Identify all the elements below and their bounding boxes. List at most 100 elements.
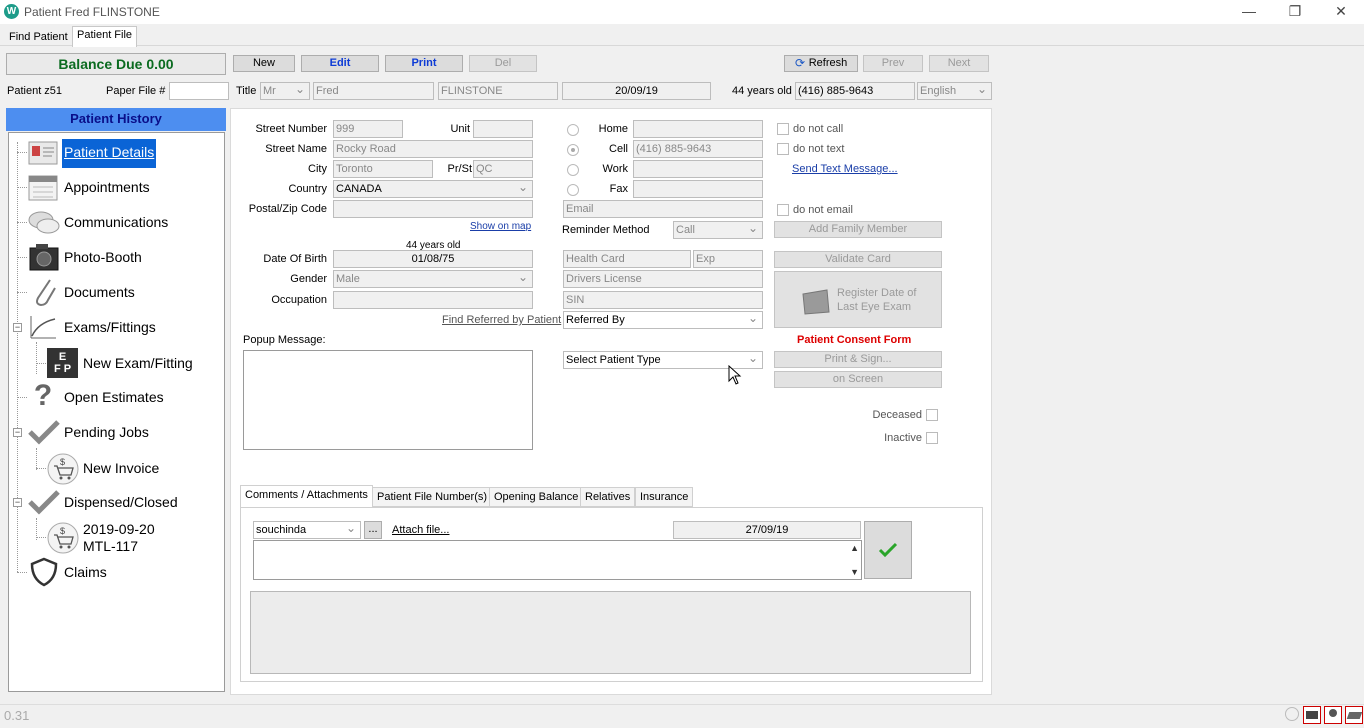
phone-field[interactable]: (416) 885-9643 <box>795 82 915 100</box>
sidebar-item-documents[interactable]: Documents <box>64 284 135 300</box>
first-name-field[interactable]: Fred <box>313 82 434 100</box>
popup-message-textarea[interactable] <box>243 350 533 450</box>
home-radio[interactable] <box>567 124 579 136</box>
sidebar-item-invoice-number[interactable]: MTL-117 <box>83 538 138 554</box>
last-name-field[interactable]: FLINSTONE <box>438 82 558 100</box>
print-button[interactable]: Print <box>385 55 463 72</box>
tab-find-patient[interactable]: Find Patient <box>4 28 73 46</box>
tray-monitor-icon[interactable] <box>1303 706 1321 724</box>
reminder-method-select[interactable]: Call <box>673 221 763 239</box>
sidebar-item-new-invoice[interactable]: New Invoice <box>83 460 159 476</box>
deceased-checkbox[interactable] <box>926 409 938 421</box>
email-field[interactable]: Email <box>563 200 763 218</box>
refresh-button[interactable]: ⟳ Refresh <box>784 55 858 72</box>
sidebar-item-photo-booth[interactable]: Photo-Booth <box>64 249 142 265</box>
cell-radio[interactable] <box>567 144 579 156</box>
tray-book-icon[interactable] <box>1345 706 1363 724</box>
fax-radio[interactable] <box>567 184 579 196</box>
sidebar-item-appointments[interactable]: Appointments <box>64 179 150 195</box>
reminder-method-label: Reminder Method <box>562 224 650 236</box>
calendar-icon <box>28 175 58 201</box>
pending-expander[interactable]: − <box>13 428 22 437</box>
tab-patient-file[interactable]: Patient File <box>72 26 138 47</box>
cell-phone-field[interactable]: (416) 885-9643 <box>633 140 763 158</box>
sidebar-item-claims[interactable]: Claims <box>64 564 107 580</box>
drivers-license-field[interactable]: Drivers License <box>563 270 763 288</box>
do-not-call-checkbox[interactable] <box>777 123 789 135</box>
file-date-field[interactable]: 20/09/19 <box>562 82 711 100</box>
new-button[interactable]: New <box>233 55 295 72</box>
language-select[interactable]: English <box>917 82 992 100</box>
minimize-button[interactable]: — <box>1226 0 1272 24</box>
add-family-member-button[interactable]: Add Family Member <box>774 221 942 238</box>
home-phone-field[interactable] <box>633 120 763 138</box>
occupation-field[interactable] <box>333 291 533 309</box>
sidebar-item-exams-fittings[interactable]: Exams/Fittings <box>64 319 156 335</box>
send-text-message-link[interactable]: Send Text Message... <box>792 163 898 175</box>
street-number-field[interactable]: 999 <box>333 120 403 138</box>
scroll-up-icon[interactable]: ▲ <box>850 543 859 553</box>
tab-insurance[interactable]: Insurance <box>635 487 694 507</box>
city-field[interactable]: Toronto <box>333 160 433 178</box>
do-not-text-checkbox[interactable] <box>777 143 789 155</box>
sidebar-item-invoice-date[interactable]: 2019-09-20 <box>83 521 155 537</box>
tray-person-icon[interactable] <box>1324 706 1342 724</box>
prst-field[interactable]: QC <box>473 160 533 178</box>
comment-user-select[interactable]: souchinda <box>253 521 361 539</box>
street-name-field[interactable]: Rocky Road <box>333 140 533 158</box>
attach-file-link[interactable]: Attach file... <box>392 524 449 536</box>
fax-field[interactable] <box>633 180 763 198</box>
print-sign-button[interactable]: Print & Sign... <box>774 351 942 368</box>
home-label: Home <box>598 123 628 135</box>
tab-comments-attachments[interactable]: Comments / Attachments <box>240 485 373 507</box>
tab-opening-balance[interactable]: Opening Balance <box>489 487 584 507</box>
user-lookup-button[interactable]: ... <box>364 521 382 539</box>
attachments-area[interactable] <box>250 591 971 674</box>
exams-expander[interactable]: − <box>13 323 22 332</box>
referred-by-select[interactable]: Referred By <box>563 311 763 329</box>
comment-textarea[interactable]: ▲ ▼ <box>253 540 862 580</box>
next-button[interactable]: Next <box>929 55 989 72</box>
balance-due: Balance Due 0.00 <box>6 53 226 75</box>
validate-card-button[interactable]: Validate Card <box>774 251 942 268</box>
health-card-field[interactable]: Health Card <box>563 250 691 268</box>
sidebar-item-pending-jobs[interactable]: Pending Jobs <box>64 424 149 440</box>
do-not-email-checkbox[interactable] <box>777 204 789 216</box>
inactive-checkbox[interactable] <box>926 432 938 444</box>
on-screen-button[interactable]: on Screen <box>774 371 942 388</box>
prev-button[interactable]: Prev <box>863 55 923 72</box>
sidebar-item-patient-details[interactable]: Patient Details <box>62 139 157 168</box>
work-radio[interactable] <box>567 164 579 176</box>
sidebar-item-dispensed-closed[interactable]: Dispensed/Closed <box>64 494 178 510</box>
delete-button[interactable]: Del <box>469 55 537 72</box>
health-card-exp-field[interactable]: Exp <box>693 250 763 268</box>
app-logo-icon: W <box>4 4 19 19</box>
maximize-button[interactable]: ❐ <box>1272 0 1318 24</box>
show-on-map-link[interactable]: Show on map <box>470 221 531 232</box>
dob-field[interactable]: 01/08/75 <box>333 250 533 268</box>
tab-relatives[interactable]: Relatives <box>580 487 636 507</box>
country-select[interactable]: CANADA <box>333 180 533 198</box>
inactive-label: Inactive <box>884 432 922 444</box>
sidebar-item-open-estimates[interactable]: Open Estimates <box>64 389 164 405</box>
save-comment-button[interactable] <box>864 521 912 579</box>
close-button[interactable]: ✕ <box>1318 0 1364 24</box>
sidebar-item-communications[interactable]: Communications <box>64 214 168 230</box>
tab-patient-file-numbers[interactable]: Patient File Number(s) <box>372 487 493 507</box>
find-referred-link[interactable]: Find Referred by Patient <box>442 314 561 326</box>
fax-label: Fax <box>609 183 628 195</box>
tree-line <box>17 397 27 398</box>
postal-field[interactable] <box>333 200 533 218</box>
scroll-down-icon[interactable]: ▼ <box>850 567 859 577</box>
register-eye-exam-button[interactable]: Register Date of Last Eye Exam <box>774 271 942 328</box>
comment-date-field[interactable]: 27/09/19 <box>673 521 861 539</box>
work-phone-field[interactable] <box>633 160 763 178</box>
gender-select[interactable]: Male <box>333 270 533 288</box>
edit-button[interactable]: Edit <box>301 55 379 72</box>
paper-file-input[interactable] <box>169 82 229 100</box>
unit-field[interactable] <box>473 120 533 138</box>
title-select[interactable]: Mr <box>260 82 310 100</box>
sidebar-item-new-exam[interactable]: New Exam/Fitting <box>83 355 193 371</box>
dispensed-expander[interactable]: − <box>13 498 22 507</box>
sin-field[interactable]: SIN <box>563 291 763 309</box>
